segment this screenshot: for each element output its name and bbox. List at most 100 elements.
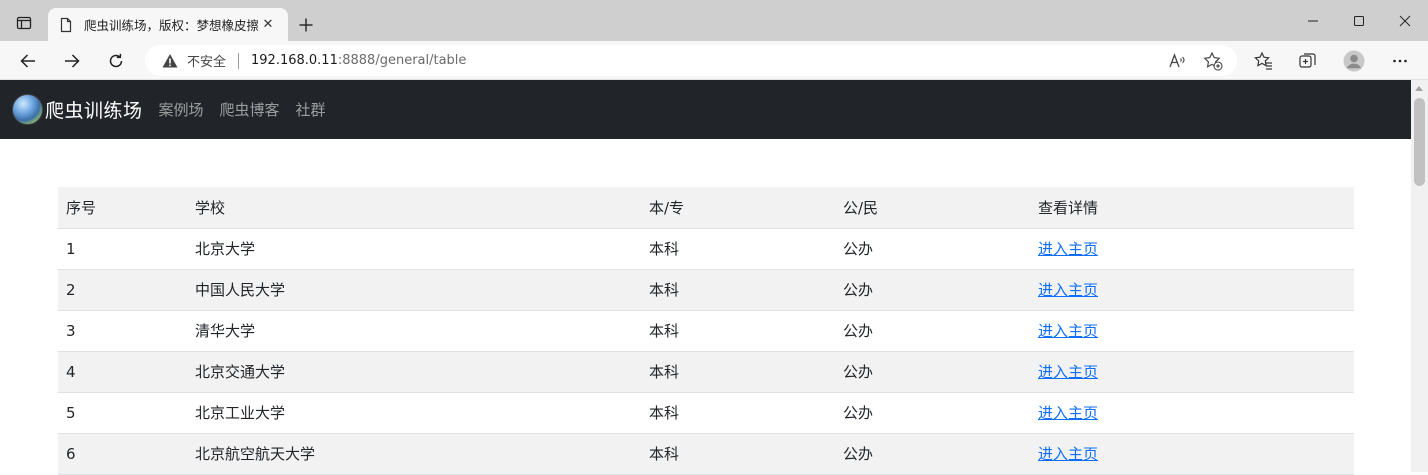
cell-details: 进入主页	[1030, 392, 1354, 434]
tab-actions-button[interactable]	[8, 9, 40, 37]
cell-type: 公办	[835, 310, 1030, 352]
cell-level: 本科	[641, 310, 835, 352]
table-row: 1 北京大学 本科 公办 进入主页	[58, 228, 1354, 270]
cell-type: 公办	[835, 392, 1030, 434]
address-bar[interactable]: 不安全 192.168.0.11 :8888/general/table	[145, 45, 1237, 76]
homepage-link[interactable]: 进入主页	[1038, 322, 1098, 340]
table-row: 6 北京航空航天大学 本科 公办 进入主页	[58, 433, 1354, 475]
cell-no: 5	[58, 392, 187, 434]
cell-level: 本科	[641, 228, 835, 270]
header-level: 本/专	[641, 187, 835, 229]
collections-icon	[1299, 52, 1316, 68]
avatar-icon	[1343, 50, 1365, 71]
refresh-icon	[109, 53, 123, 67]
table-row: 3 清华大学 本科 公办 进入主页	[58, 310, 1354, 352]
main-content: 序号 学校 本/专 公/民 查看详情 1 北京大学 本科 公办 进入主页 2 中…	[58, 187, 1354, 475]
add-favorite-button[interactable]	[1201, 49, 1225, 73]
homepage-link[interactable]: 进入主页	[1038, 240, 1098, 258]
browser-tab[interactable]: 爬虫训练场，版权：梦想橡皮擦 ✕	[48, 8, 288, 41]
tab-title: 爬虫训练场，版权：梦想橡皮擦	[84, 18, 258, 33]
favorites-button[interactable]	[1248, 46, 1280, 75]
close-icon	[1399, 15, 1411, 26]
header-no: 序号	[58, 187, 187, 229]
cell-type: 公办	[835, 269, 1030, 311]
back-button[interactable]	[12, 46, 44, 75]
cell-no: 1	[58, 228, 187, 270]
warning-icon	[161, 52, 179, 70]
star-add-icon	[1203, 51, 1223, 71]
school-table: 序号 学校 本/专 公/民 查看详情 1 北京大学 本科 公办 进入主页 2 中…	[58, 187, 1354, 475]
more-icon	[1393, 59, 1407, 62]
refresh-button[interactable]	[100, 46, 132, 75]
cell-school: 北京大学	[187, 228, 641, 270]
cell-type: 公办	[835, 351, 1030, 393]
collections-button[interactable]	[1292, 46, 1324, 75]
header-school: 学校	[187, 187, 641, 229]
brand-name: 爬虫训练场	[45, 100, 143, 122]
favorites-icon	[1254, 51, 1272, 70]
maximize-icon	[1354, 15, 1364, 26]
table-row: 5 北京工业大学 本科 公办 进入主页	[58, 392, 1354, 434]
read-aloud-icon	[1169, 53, 1185, 68]
url-host: 192.168.0.11	[251, 53, 338, 68]
nav-link-community[interactable]: 社群	[296, 99, 326, 120]
cell-school: 中国人民大学	[187, 269, 641, 311]
tab-actions-icon	[16, 16, 32, 30]
cell-school: 北京交通大学	[187, 351, 641, 393]
minimize-icon	[1308, 20, 1318, 21]
new-tab-button[interactable]	[294, 13, 318, 37]
cell-details: 进入主页	[1030, 351, 1354, 393]
cell-type: 公办	[835, 433, 1030, 475]
cell-type: 公办	[835, 228, 1030, 270]
page-scrollbar[interactable]	[1411, 80, 1428, 472]
forward-button[interactable]	[56, 46, 88, 75]
nav-link-blog[interactable]: 爬虫博客	[220, 99, 280, 120]
back-arrow-icon	[20, 53, 35, 68]
header-type: 公/民	[835, 187, 1030, 229]
homepage-link[interactable]: 进入主页	[1038, 404, 1098, 422]
cell-no: 6	[58, 433, 187, 475]
cell-school: 北京工业大学	[187, 392, 641, 434]
scroll-thumb[interactable]	[1414, 98, 1425, 186]
maximize-button[interactable]	[1336, 0, 1382, 41]
header-details: 查看详情	[1030, 187, 1354, 229]
not-secure-label: 不安全	[187, 55, 227, 70]
cell-no: 3	[58, 310, 187, 352]
read-aloud-button[interactable]	[1165, 49, 1189, 73]
homepage-link[interactable]: 进入主页	[1038, 281, 1098, 299]
cell-school: 清华大学	[187, 310, 641, 352]
close-tab-icon[interactable]: ✕	[258, 15, 278, 35]
url-path: :8888/general/table	[337, 53, 467, 68]
table-row: 4 北京交通大学 本科 公办 进入主页	[58, 351, 1354, 393]
forward-arrow-icon	[65, 53, 80, 68]
cell-level: 本科	[641, 392, 835, 434]
page-icon	[58, 17, 74, 33]
profile-button[interactable]	[1338, 46, 1370, 75]
table-row: 2 中国人民大学 本科 公办 进入主页	[58, 269, 1354, 311]
address-separator	[238, 52, 240, 69]
site-logo	[12, 94, 43, 125]
brand-link[interactable]: 爬虫训练场	[12, 94, 143, 125]
cell-no: 2	[58, 269, 187, 311]
cell-level: 本科	[641, 433, 835, 475]
nav-link-cases[interactable]: 案例场	[159, 99, 204, 120]
cell-details: 进入主页	[1030, 433, 1354, 475]
homepage-link[interactable]: 进入主页	[1038, 445, 1098, 463]
cell-no: 4	[58, 351, 187, 393]
tab-strip: 爬虫训练场，版权：梦想橡皮擦 ✕	[0, 0, 1428, 41]
scroll-up-arrow-icon[interactable]	[1415, 86, 1423, 91]
homepage-link[interactable]: 进入主页	[1038, 363, 1098, 381]
cell-level: 本科	[641, 351, 835, 393]
cell-details: 进入主页	[1030, 228, 1354, 270]
plus-icon	[299, 18, 313, 32]
minimize-button[interactable]	[1290, 0, 1336, 41]
settings-menu-button[interactable]	[1384, 46, 1416, 75]
cell-school: 北京航空航天大学	[187, 433, 641, 475]
table-header-row: 序号 学校 本/专 公/民 查看详情	[58, 187, 1354, 229]
cell-level: 本科	[641, 269, 835, 311]
cell-details: 进入主页	[1030, 310, 1354, 352]
cell-details: 进入主页	[1030, 269, 1354, 311]
browser-toolbar: 不安全 192.168.0.11 :8888/general/table	[0, 41, 1428, 80]
site-navbar: 爬虫训练场 案例场 爬虫博客 社群	[0, 80, 1411, 139]
close-window-button[interactable]	[1382, 0, 1428, 41]
